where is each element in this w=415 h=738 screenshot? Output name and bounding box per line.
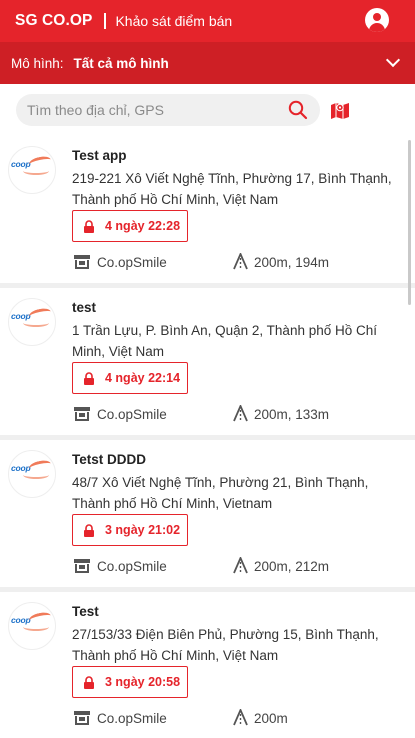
route-icon — [233, 405, 248, 422]
store-icon — [74, 255, 90, 269]
timer-text: 3 ngày 20:58 — [105, 675, 181, 689]
coop-logo: coop — [8, 146, 56, 194]
location-address: 48/7 Xô Viết Nghệ Tĩnh, Phường 21, Bình … — [72, 475, 369, 511]
chevron-down-icon — [385, 52, 401, 68]
model-filter-label: Mô hình: — [11, 55, 64, 71]
store-type: Co.opSmile — [97, 407, 167, 422]
timer-badge: 4 ngày 22:28 — [72, 210, 188, 242]
store-type: Co.opSmile — [97, 711, 167, 726]
store-type: Co.opSmile — [97, 559, 167, 574]
coop-logo: coop — [8, 450, 56, 498]
model-filter-dropdown[interactable]: Mô hình: Tất cả mô hình — [0, 42, 415, 84]
list-item[interactable]: coop Tetst DDDD 48/7 Xô Viết Nghệ Tĩnh, … — [0, 440, 415, 587]
timer-text: 3 ngày 21:02 — [105, 523, 181, 537]
brand-logo: SG CO.OP — [15, 12, 93, 29]
search-bar — [0, 84, 415, 136]
distance-text: 200m, 194m — [254, 255, 330, 270]
timer-badge: 4 ngày 22:14 — [72, 362, 188, 394]
scrollbar[interactable] — [408, 140, 411, 305]
lock-icon — [84, 372, 94, 385]
search-icon[interactable] — [288, 100, 308, 120]
page-title: Khảo sát điểm bán — [115, 13, 233, 29]
store-icon — [74, 559, 90, 573]
timer-badge: 3 ngày 21:02 — [72, 514, 188, 546]
lock-icon — [84, 524, 94, 537]
location-address: 1 Trần Lựu, P. Bình An, Quận 2, Thành ph… — [72, 323, 377, 359]
header-divider — [104, 13, 107, 29]
location-title: test — [72, 300, 97, 315]
lock-icon — [84, 220, 94, 233]
model-filter-value: Tất cả mô hình — [73, 55, 169, 71]
timer-text: 4 ngày 22:28 — [105, 219, 181, 233]
route-icon — [233, 253, 248, 270]
store-icon — [74, 407, 90, 421]
route-icon — [233, 557, 248, 574]
distance-text: 200m, 212m — [254, 559, 330, 574]
timer-badge: 3 ngày 20:58 — [72, 666, 188, 698]
timer-text: 4 ngày 22:14 — [105, 371, 181, 385]
location-address: 27/153/33 Điện Biên Phủ, Phường 15, Bình… — [72, 627, 379, 663]
location-title: Test — [72, 604, 99, 619]
app-header: SG CO.OP Khảo sát điểm bán — [0, 0, 415, 42]
store-type: Co.opSmile — [97, 255, 167, 270]
location-address: 219-221 Xô Viết Nghệ Tĩnh, Phường 17, Bì… — [72, 171, 392, 207]
search-input[interactable] — [27, 94, 277, 126]
map-icon[interactable] — [330, 100, 350, 120]
list-item[interactable]: coop Test 27/153/33 Điện Biên Phủ, Phườn… — [0, 592, 415, 738]
lock-icon — [84, 676, 94, 689]
list-item[interactable]: coop test 1 Trần Lựu, P. Bình An, Quận 2… — [0, 288, 415, 435]
store-icon — [74, 711, 90, 725]
location-list: coop Test app 219-221 Xô Viết Nghệ Tĩnh,… — [0, 136, 415, 738]
distance-text: 200m — [254, 711, 288, 726]
coop-logo: coop — [8, 298, 56, 346]
location-title: Tetst DDDD — [72, 452, 146, 467]
route-icon — [233, 709, 248, 726]
search-box — [16, 94, 320, 126]
coop-logo: coop — [8, 602, 56, 650]
user-circle-icon[interactable] — [365, 8, 389, 32]
location-title: Test app — [72, 148, 127, 163]
list-item[interactable]: coop Test app 219-221 Xô Viết Nghệ Tĩnh,… — [0, 136, 415, 283]
distance-text: 200m, 133m — [254, 407, 330, 422]
